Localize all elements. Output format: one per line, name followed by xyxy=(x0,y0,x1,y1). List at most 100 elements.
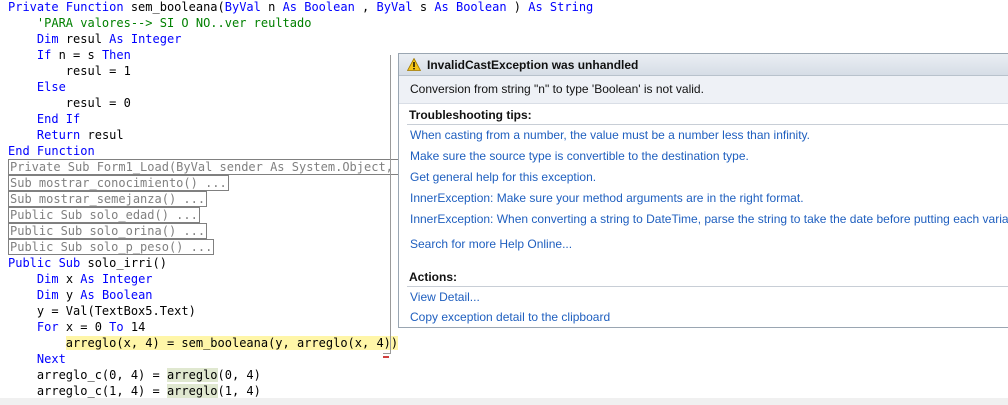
code-keyword: As Boolean xyxy=(282,0,355,14)
code-line[interactable]: arreglo(x, 4) = sem_booleana(y, arreglo(… xyxy=(8,335,399,351)
collapsed-region[interactable]: Public Sub solo_p_peso() ... xyxy=(8,239,215,255)
copy-exception-link[interactable]: Copy exception detail to the clipboard xyxy=(407,307,1008,327)
code-token: resul = 1 xyxy=(8,64,131,78)
collapsed-region[interactable]: Public Sub solo_orina() ... xyxy=(8,223,208,239)
code-keyword: Else xyxy=(36,80,66,94)
code-line[interactable]: Else xyxy=(8,79,66,95)
code-keyword: As Integer xyxy=(109,32,182,46)
code-line[interactable]: Public Sub solo_irri() xyxy=(8,255,167,271)
warning-icon xyxy=(407,58,421,71)
code-line[interactable]: resul = 1 xyxy=(8,63,131,79)
code-keyword: If xyxy=(36,48,52,62)
code-line[interactable]: Dim y As Boolean xyxy=(8,287,153,303)
code-keyword: Next xyxy=(36,352,66,366)
code-token: resul xyxy=(80,128,124,142)
code-keyword: Dim xyxy=(36,272,59,286)
tip-link-3[interactable]: InnerException: Make sure your method ar… xyxy=(407,188,1008,209)
code-keyword: As Boolean xyxy=(80,288,153,302)
code-keyword: Public Sub xyxy=(8,256,88,270)
collapsed-region[interactable]: Sub mostrar_semejanza() ... xyxy=(8,191,208,207)
code-line[interactable]: arreglo_c(1, 4) = arreglo(1, 4) xyxy=(8,383,261,399)
view-detail-link[interactable]: View Detail... xyxy=(407,287,1008,307)
code-token: ) xyxy=(506,0,529,14)
code-keyword: Private Function xyxy=(8,0,131,14)
code-token: x xyxy=(58,272,81,286)
code-keyword: As Integer xyxy=(80,272,153,286)
code-line[interactable]: Return resul xyxy=(8,127,124,143)
code-keyword: Dim xyxy=(36,32,59,46)
tip-link-1[interactable]: Make sure the source type is convertible… xyxy=(407,146,1008,167)
code-token: (0, 4) xyxy=(217,368,261,382)
code-line[interactable]: resul = 0 xyxy=(8,95,131,111)
code-keyword: As String xyxy=(528,0,594,14)
code-keyword: Then xyxy=(101,48,131,62)
code-token: sem_booleana( xyxy=(130,0,225,14)
error-squiggle xyxy=(383,356,389,358)
code-line[interactable]: End Function xyxy=(8,143,95,159)
code-line[interactable]: Dim resul As Integer xyxy=(8,31,182,47)
code-line[interactable]: Sub mostrar_conocimiento() ... xyxy=(8,175,229,191)
code-keyword: ByVal xyxy=(224,0,261,14)
troubleshooting-tips: Troubleshooting tips: When casting from … xyxy=(407,106,1008,230)
code-token: solo_irri() xyxy=(87,256,167,270)
popup-header: InvalidCastException was unhandled xyxy=(399,54,1008,76)
code-line[interactable]: Public Sub solo_orina() ... xyxy=(8,223,208,239)
exception-assistant-popup: InvalidCastException was unhandled Conve… xyxy=(398,53,1008,328)
code-line[interactable]: arreglo_c(0, 4) = arreglo(0, 4) xyxy=(8,367,261,383)
code-token: arreglo_c(0, 4) = xyxy=(8,368,167,382)
code-line[interactable]: End If xyxy=(8,111,80,127)
code-line[interactable]: If n = s Then xyxy=(8,47,131,63)
tip-link-0[interactable]: When casting from a number, the value mu… xyxy=(407,125,1008,146)
actions-section: Actions: View Detail... Copy exception d… xyxy=(407,268,1008,327)
code-token: arreglo xyxy=(166,368,218,382)
code-line[interactable]: Dim x As Integer xyxy=(8,271,153,287)
popup-connector-tick xyxy=(383,353,391,354)
code-keyword: For xyxy=(36,320,59,334)
code-line[interactable]: Next xyxy=(8,351,66,367)
code-line[interactable]: For x = 0 To 14 xyxy=(8,319,145,335)
collapsed-region[interactable]: Sub mostrar_conocimiento() ... xyxy=(8,175,229,191)
horizontal-scrollbar[interactable] xyxy=(0,398,1008,405)
popup-connector-line xyxy=(390,55,391,353)
code-token: arreglo xyxy=(166,384,218,398)
popup-title: InvalidCastException was unhandled xyxy=(427,57,639,72)
code-keyword: ByVal xyxy=(376,0,413,14)
code-token: n xyxy=(260,0,283,14)
code-token: y xyxy=(58,288,81,302)
code-keyword: End Function xyxy=(8,144,95,158)
code-keyword: As Boolean xyxy=(434,0,507,14)
code-token: resul = 0 xyxy=(8,96,131,110)
code-token: x = 0 xyxy=(58,320,110,334)
code-keyword: To xyxy=(109,320,124,334)
code-line[interactable]: Public Sub solo_p_peso() ... xyxy=(8,239,215,255)
code-line[interactable]: Sub mostrar_semejanza() ... xyxy=(8,191,208,207)
code-line[interactable]: Public Sub solo_edad() ... xyxy=(8,207,200,223)
code-token: 14 xyxy=(123,320,146,334)
code-line[interactable]: Private Sub Form1_Load(ByVal sender As S… xyxy=(8,159,410,175)
code-token: s xyxy=(412,0,435,14)
code-line[interactable]: y = Val(TextBox5.Text) xyxy=(8,303,196,319)
code-token: y = Val(TextBox5.Text) xyxy=(8,304,196,318)
code-token: n = s xyxy=(51,48,102,62)
code-line[interactable]: Private Function sem_booleana(ByVal n As… xyxy=(8,0,593,15)
code-keyword: End If xyxy=(36,112,81,126)
collapsed-region[interactable]: Private Sub Form1_Load(ByVal sender As S… xyxy=(8,159,410,175)
tip-link-4[interactable]: InnerException: When converting a string… xyxy=(407,209,1008,230)
collapsed-region[interactable]: Public Sub solo_edad() ... xyxy=(8,207,200,223)
code-line[interactable]: 'PARA valores--> SI O NO..ver reultado xyxy=(8,15,312,31)
code-token: (1, 4) xyxy=(217,384,261,398)
search-help-online-link[interactable]: Search for more Help Online... xyxy=(410,237,572,251)
code-token: , xyxy=(354,0,377,14)
code-token: arreglo_c(1, 4) = xyxy=(8,384,167,398)
tip-link-2[interactable]: Get general help for this exception. xyxy=(407,167,1008,188)
code-token: resul xyxy=(58,32,110,46)
code-comment: 'PARA valores--> SI O NO..ver reultado xyxy=(36,16,312,30)
